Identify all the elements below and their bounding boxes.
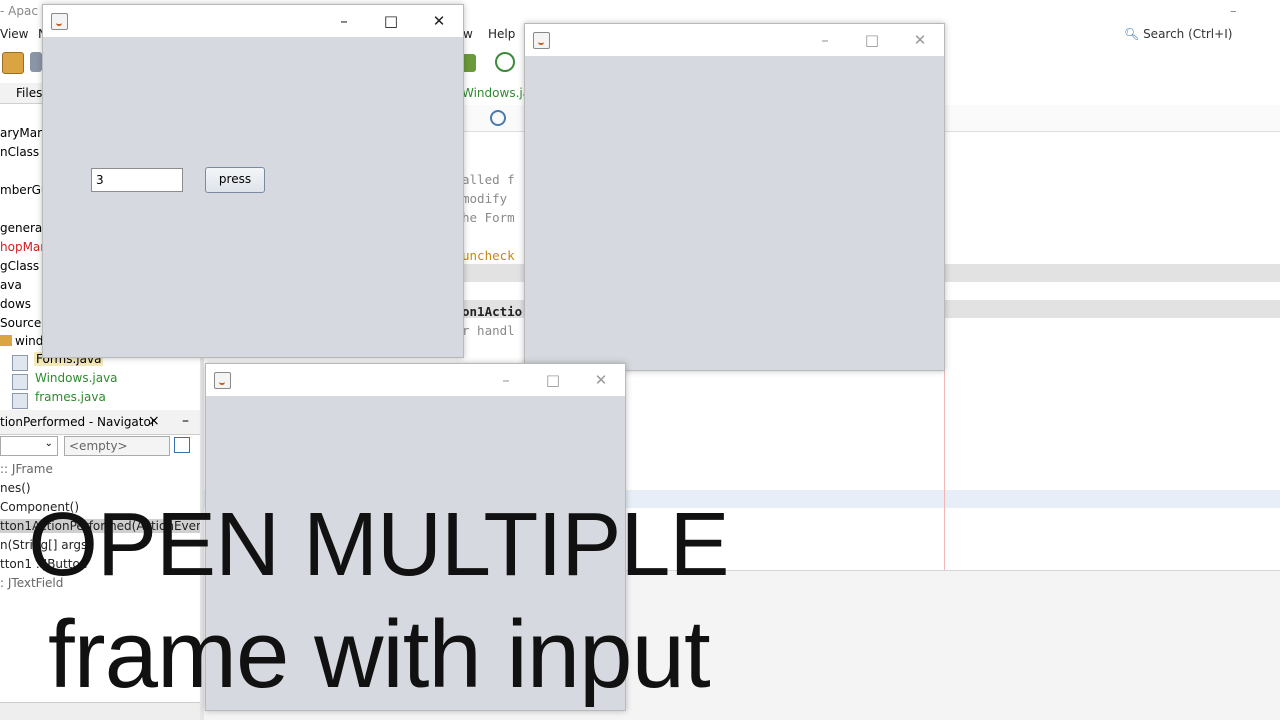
save-icon[interactable] xyxy=(30,52,42,72)
profile-icon[interactable] xyxy=(495,52,515,72)
search-icon: 🔍︎ xyxy=(1124,27,1140,41)
minimize-icon[interactable]: – xyxy=(327,9,361,33)
maximize-icon[interactable]: □ xyxy=(855,28,889,52)
navigator-filter-select[interactable]: <empty> xyxy=(64,436,170,456)
run-icon[interactable] xyxy=(462,54,476,72)
code-method: on1Actio xyxy=(462,304,523,319)
java-file-icon xyxy=(12,355,28,371)
tree-file-windows[interactable]: Windows.java xyxy=(35,371,118,385)
navigator-minimize-icon[interactable]: – xyxy=(182,413,189,429)
frame-2-title-bar[interactable]: – □ ✕ xyxy=(525,24,944,56)
quick-search[interactable]: 🔍︎ Search (Ctrl+I) xyxy=(1124,27,1232,41)
maximize-icon[interactable]: □ xyxy=(536,368,570,392)
code-comment: alled f xyxy=(462,172,515,187)
java-cup-icon xyxy=(214,372,231,389)
java-file-icon xyxy=(12,374,28,390)
close-icon[interactable]: ✕ xyxy=(422,9,456,33)
open-project-icon[interactable] xyxy=(2,52,24,74)
code-comment: he Form xyxy=(462,210,515,225)
navigator-item[interactable]: nes() xyxy=(0,481,31,495)
files-tab[interactable]: Files xyxy=(16,86,42,100)
minimize-icon[interactable]: – xyxy=(489,368,523,392)
caption-line-2: frame with input xyxy=(48,601,711,708)
navigator-header: tionPerformed - Navigator × – xyxy=(0,410,200,435)
frame-3-title-bar[interactable]: – □ ✕ xyxy=(206,364,625,396)
jframe-1: – □ ✕ 3 press xyxy=(42,4,464,358)
ide-minimize-icon[interactable]: – xyxy=(1230,4,1237,19)
frame-1-title-bar[interactable]: – □ ✕ xyxy=(43,5,463,37)
number-input[interactable]: 3 xyxy=(91,168,183,192)
filter-placeholder: <empty> xyxy=(69,439,128,453)
caption-line-1: OPEN MULTIPLE xyxy=(28,495,729,595)
package-icon xyxy=(0,335,12,346)
tree-item[interactable]: nClass xyxy=(0,145,39,159)
tree-item-error[interactable]: hopMar xyxy=(0,240,45,254)
code-comment: modify xyxy=(462,191,508,206)
navigator-view-select[interactable]: ⌄ xyxy=(0,436,58,456)
tree-item-package[interactable]: wind xyxy=(15,334,43,348)
jframe-2: – □ ✕ xyxy=(524,23,945,371)
java-file-icon xyxy=(12,393,28,409)
search-label: Search (Ctrl+I) xyxy=(1143,27,1233,41)
close-icon[interactable]: ✕ xyxy=(584,368,618,392)
tree-item[interactable]: gClass xyxy=(0,259,39,273)
press-button[interactable]: press xyxy=(205,167,265,193)
navigator-title: tionPerformed - Navigator xyxy=(0,415,156,429)
ide-title: - Apac xyxy=(0,4,38,18)
java-cup-icon xyxy=(51,13,68,30)
chevron-down-icon: ⌄ xyxy=(44,438,53,449)
navigator-close-icon[interactable]: × xyxy=(148,413,160,429)
tree-item[interactable]: ava xyxy=(0,278,22,292)
navigator-options-icon[interactable] xyxy=(174,437,190,453)
tree-item[interactable]: dows xyxy=(0,297,31,311)
code-comment: r handl xyxy=(462,323,515,338)
menu-view[interactable]: View xyxy=(0,27,28,41)
find-icon[interactable] xyxy=(490,110,506,126)
menu-window[interactable]: w xyxy=(463,27,473,41)
minimize-icon[interactable]: – xyxy=(808,28,842,52)
navigator-item[interactable]: :: JFrame xyxy=(0,462,53,476)
java-cup-icon xyxy=(533,32,550,49)
menu-help[interactable]: Help xyxy=(488,27,515,41)
tree-file-frames[interactable]: frames.java xyxy=(35,390,106,404)
close-icon[interactable]: ✕ xyxy=(903,28,937,52)
maximize-icon[interactable]: □ xyxy=(374,9,408,33)
code-annotation: uncheck xyxy=(462,248,515,263)
